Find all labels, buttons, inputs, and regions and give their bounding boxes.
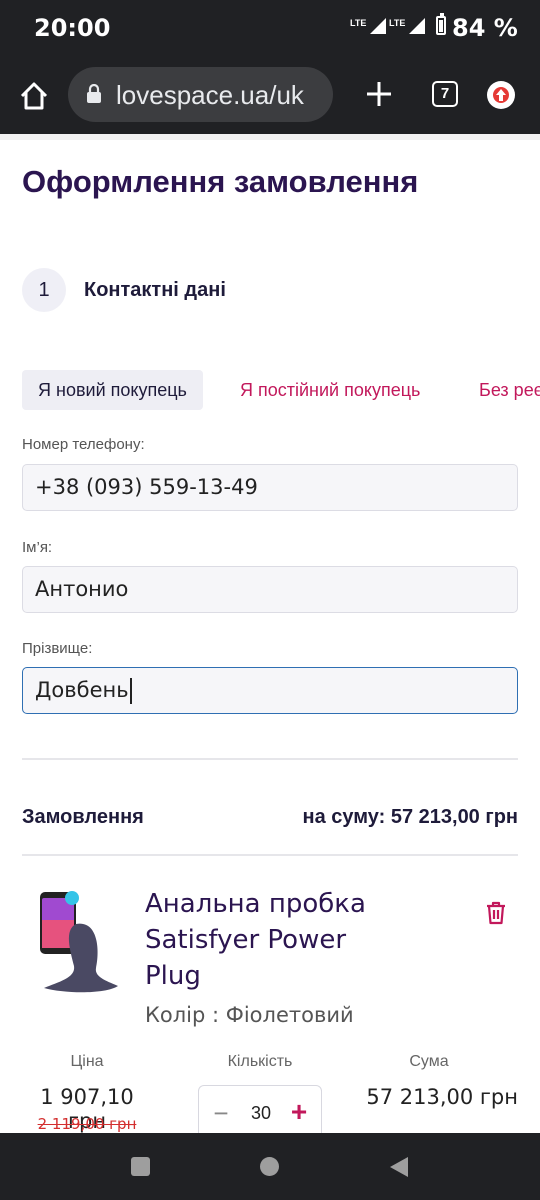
lte-label-1: LTE [350,18,367,28]
quantity-value[interactable]: 30 [243,1103,279,1124]
update-button[interactable] [487,81,515,109]
product-image[interactable] [36,890,122,996]
price-header: Ціна [70,1053,104,1070]
url-text: lovespace.ua/uk [116,80,304,110]
clock: 20:00 [34,14,111,42]
customer-type-tabs: Я новий покупець Я постійний покупець Бе… [22,370,540,410]
name-field[interactable]: Антонио [22,566,518,613]
status-bar: 20:00 LTE LTE 84 % [0,0,540,58]
tab-returning-customer[interactable]: Я постійний покупець [240,370,420,410]
toolbar-divider [0,134,540,140]
step-label: Контактні дані [84,279,226,301]
decrease-quantity-button[interactable]: − [209,1098,233,1129]
text-caret [129,678,132,704]
arrow-up-icon [496,89,506,101]
increase-quantity-button[interactable]: + [287,1096,311,1128]
lock-icon [87,84,101,103]
surname-value: Довбень [35,678,129,702]
item-old-price: 2 119,00 грн [37,1115,137,1133]
product-name[interactable]: Анальна пробка Satisfyer Power Plug [145,886,405,994]
remove-item-button[interactable] [484,900,508,926]
phone-field[interactable]: +38 (093) 559-13-49 [22,464,518,511]
item-sum: 57 213,00 грн [366,1085,518,1109]
signal-icon-1 [370,18,386,34]
battery-icon [436,13,446,35]
phone-label: Номер телефону: [22,436,145,453]
quantity-header: Кількість [227,1053,293,1070]
signal-icon-2 [409,18,425,34]
product-color: Колір : Фіолетовий [145,1003,354,1027]
system-nav-bar [0,1133,540,1200]
divider [22,854,518,856]
tab-switcher-button[interactable]: 7 [432,81,458,107]
sum-header: Сума [409,1053,449,1070]
trash-icon [487,901,505,925]
page-title: Оформлення замовлення [22,164,419,199]
recent-apps-button[interactable] [131,1157,150,1176]
surname-field[interactable]: Довбень [22,667,518,714]
home-button[interactable] [14,76,54,116]
step-number: 1 [22,268,66,312]
browser-toolbar: lovespace.ua/uk 7 [0,58,540,134]
plus-icon [367,82,391,106]
home-nav-button[interactable] [260,1157,279,1176]
home-icon [20,82,48,110]
divider [22,758,518,760]
surname-label: Прізвище: [22,640,93,657]
battery-percent: 84 % [452,14,518,42]
name-label: Ім’я: [22,539,53,556]
back-button[interactable] [388,1155,410,1179]
lte-label-2: LTE [389,18,406,28]
tab-new-customer[interactable]: Я новий покупець [22,370,203,410]
order-label: Замовлення [22,806,144,828]
tab-no-registration[interactable]: Без реєстрації [479,370,540,410]
address-bar[interactable]: lovespace.ua/uk [68,67,333,122]
product-illustration [40,891,118,993]
order-total: на суму: 57 213,00 грн [302,806,518,828]
new-tab-button[interactable] [361,76,397,112]
